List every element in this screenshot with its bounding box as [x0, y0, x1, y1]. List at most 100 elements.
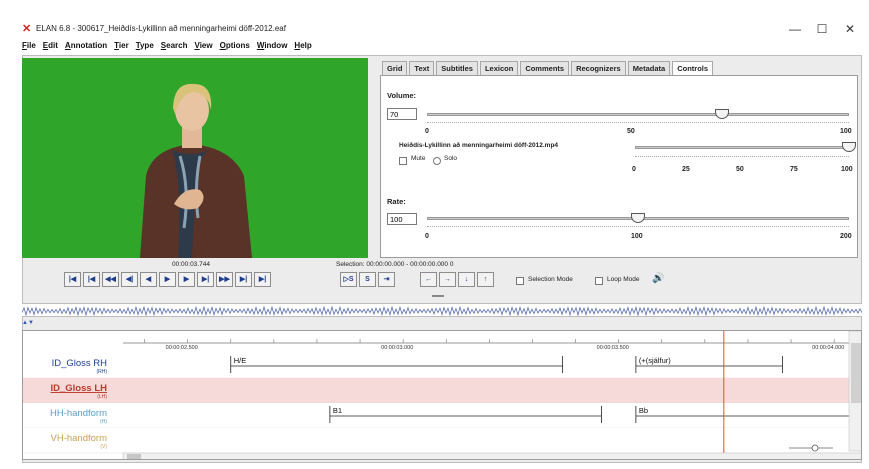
tier-name[interactable]: ID_Gloss LH [51, 383, 108, 394]
annotation[interactable]: Bb [639, 406, 648, 415]
volume-slider-track[interactable] [427, 113, 849, 116]
volume-ticks [427, 122, 849, 125]
splitter-handle[interactable] [432, 295, 444, 297]
volume-tick: 0 [425, 128, 429, 135]
waveform-strip[interactable] [22, 303, 862, 317]
tier-row[interactable] [23, 378, 862, 403]
waveform [22, 305, 862, 316]
loop-mode-checkbox[interactable] [595, 276, 603, 285]
transport-button[interactable]: ◀◀ [102, 272, 119, 287]
selection-button[interactable]: ⇥ [378, 272, 395, 287]
annotation[interactable]: (+(sjálfur) [639, 356, 671, 365]
media-file-label: Heiðdís-Lykillinn að menningarheimi döff… [399, 142, 559, 149]
transport-button[interactable]: ◀ [140, 272, 157, 287]
rate-label: Rate: [387, 197, 406, 206]
media-volume-track[interactable] [635, 146, 849, 149]
controls-panel: Volume: 70 0 50 100 Heiðdís-Lykillinn að… [380, 75, 858, 258]
volume-input[interactable]: 70 [387, 108, 417, 120]
minimize-button[interactable]: — [787, 22, 803, 36]
mute-label: Mute [411, 155, 426, 162]
tier-name[interactable]: HH-handform [50, 408, 107, 419]
tier-row[interactable] [23, 403, 862, 428]
rate-slider-thumb[interactable] [631, 213, 645, 223]
menu-tier[interactable]: Tier [114, 41, 129, 50]
window-title: ELAN 6.8 - 300617_Heiðdís-Lykillinn að m… [36, 24, 286, 33]
annotation[interactable]: H/E [234, 356, 247, 365]
tier-row[interactable] [23, 428, 862, 453]
rate-tick: 100 [631, 233, 643, 240]
volume-slider-thumb[interactable] [715, 109, 730, 119]
nav-button[interactable]: → [439, 272, 456, 287]
media-tick: 75 [790, 166, 798, 173]
transport-button[interactable]: ▶▶ [216, 272, 233, 287]
selection-button[interactable]: ▷S [340, 272, 357, 287]
tier-subtitle: (RH) [96, 369, 107, 375]
media-tick: 25 [682, 166, 690, 173]
horizontal-scrollbar[interactable] [122, 452, 862, 460]
menu-search[interactable]: Search [161, 41, 188, 50]
tier-name[interactable]: VH-handform [51, 433, 108, 444]
media-tick: 50 [736, 166, 744, 173]
nav-button[interactable]: ← [420, 272, 437, 287]
nav-button[interactable]: ↓ [458, 272, 475, 287]
zoom-slider-thumb[interactable] [811, 444, 819, 452]
annotation[interactable]: B1 [333, 406, 342, 415]
timeline-viewer[interactable]: 00:00:02.500 00:00:03.000 00:00:03.500 00:0… [22, 330, 862, 460]
tier-row[interactable] [23, 353, 862, 378]
menu-annotation[interactable]: Annotation [65, 41, 107, 50]
viewer-tabs: Grid Text Subtitles Lexicon Comments Recogniz… [382, 61, 715, 76]
menu-window[interactable]: Window [257, 41, 288, 50]
vertical-scrollbar-thumb[interactable] [851, 343, 861, 403]
menu-help[interactable]: Help [294, 41, 311, 50]
current-time: 00:00:03.744 [172, 261, 210, 268]
menu-file[interactable]: File [22, 41, 36, 50]
selection-mode-checkbox[interactable] [516, 276, 524, 285]
tab-comments[interactable]: Comments [520, 61, 570, 75]
elan-logo-icon: ✕ [22, 23, 32, 35]
transport-button[interactable]: |◀ [64, 272, 81, 287]
tier-name[interactable]: ID_Gloss RH [52, 358, 108, 369]
tab-recognizers[interactable]: Recognizers [571, 61, 626, 75]
solo-label: Solo [444, 155, 458, 162]
selection-button[interactable]: S [359, 272, 376, 287]
media-volume-thumb[interactable] [842, 142, 856, 152]
selection-mode-label: Selection Mode [528, 276, 573, 283]
solo-radio[interactable] [433, 156, 441, 165]
transport-button[interactable]: ▶ [159, 272, 176, 287]
menu-edit[interactable]: Edit [43, 41, 58, 50]
menu-type[interactable]: Type [136, 41, 154, 50]
horizontal-scrollbar-thumb[interactable] [127, 454, 141, 460]
volume-tick: 50 [627, 128, 635, 135]
selection-toolbar: ▷S S ⇥ [340, 272, 397, 287]
maximize-button[interactable]: ☐ [814, 22, 830, 36]
tab-text[interactable]: Text [409, 61, 435, 75]
ruler-tick-label: 00:00:02.500 [166, 345, 198, 351]
transport-button[interactable]: |◀ [83, 272, 100, 287]
video-viewer[interactable] [22, 58, 368, 258]
menu-options[interactable]: Options [220, 41, 250, 50]
close-button[interactable]: ✕ [842, 22, 858, 36]
transport-button[interactable]: ◀| [121, 272, 138, 287]
media-tick: 100 [841, 166, 853, 173]
transport-button[interactable]: ▶| [254, 272, 271, 287]
rate-input[interactable]: 100 [387, 213, 417, 225]
transport-button[interactable]: ▶| [197, 272, 214, 287]
transport-button[interactable]: ▶ [178, 272, 195, 287]
tab-controls[interactable]: Controls [672, 61, 714, 76]
volume-label: Volume: [387, 91, 417, 100]
menu-view[interactable]: View [194, 41, 212, 50]
transport-button[interactable]: ▶| [235, 272, 252, 287]
ruler-tick-label: 00:00:03.000 [381, 345, 413, 351]
tab-subtitles[interactable]: Subtitles [436, 61, 478, 75]
tab-lexicon[interactable]: Lexicon [479, 61, 519, 75]
speaker-icon[interactable]: 🔊 [652, 273, 664, 284]
tab-grid[interactable]: Grid [382, 61, 408, 75]
rate-tick: 200 [840, 233, 852, 240]
volume-tick: 100 [840, 128, 852, 135]
mute-checkbox[interactable] [399, 156, 407, 165]
nav-button[interactable]: ↑ [477, 272, 494, 287]
tab-metadata[interactable]: Metadata [627, 61, 671, 75]
zoom-arrows-icon[interactable]: ▲▼ [22, 320, 34, 326]
menu-bar: File Edit Annotation Tier Type Search View Opti… [22, 41, 319, 53]
timeline: 00:00:02.500 00:00:03.000 00:00:03.500 00:0… [23, 331, 862, 460]
